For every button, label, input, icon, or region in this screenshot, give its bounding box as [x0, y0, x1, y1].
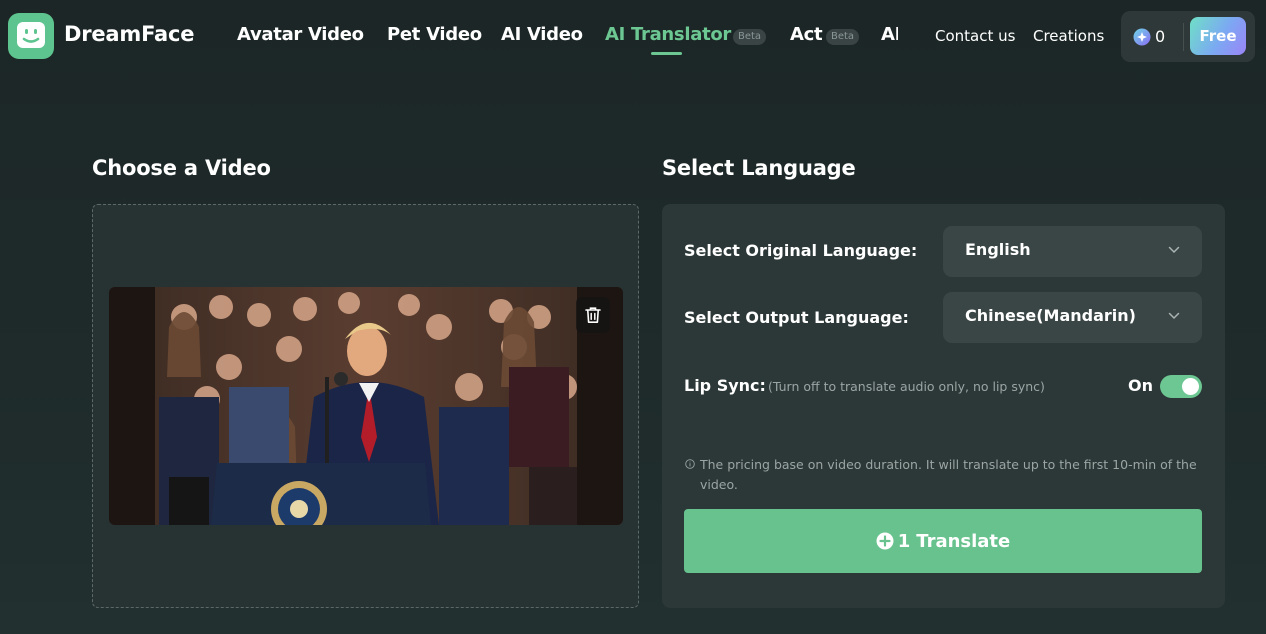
beta-badge: Beta — [826, 29, 860, 45]
translate-cost: 1 — [897, 530, 911, 552]
video-preview[interactable] — [109, 287, 623, 525]
video-thumbnail — [109, 287, 623, 525]
credit-count: 0 — [1155, 27, 1166, 46]
lip-sync-label: Lip Sync: — [684, 376, 766, 395]
pricing-info-text: The pricing base on video duration. It w… — [700, 457, 1197, 492]
nav-pet-video[interactable]: Pet Video — [387, 24, 482, 45]
lip-sync-state: On — [1128, 376, 1153, 395]
original-language-label: Select Original Language: — [684, 241, 918, 260]
top-nav-bar: DreamFace Avatar Video Pet Video AI Vide… — [0, 0, 1266, 72]
creations-link[interactable]: Creations — [1033, 27, 1104, 45]
chevron-down-icon — [1168, 246, 1180, 254]
dreamface-logo-icon[interactable] — [8, 13, 54, 59]
info-icon — [685, 459, 695, 469]
lip-sync-hint: (Turn off to translate audio only, no li… — [768, 379, 1045, 394]
free-button[interactable]: Free — [1190, 17, 1246, 55]
select-language-title: Select Language — [662, 156, 856, 180]
active-tab-indicator — [651, 52, 682, 55]
chevron-down-icon — [1168, 312, 1180, 320]
nav-avatar-video[interactable]: Avatar Video — [237, 24, 364, 45]
plus-circle-icon — [876, 532, 894, 550]
divider — [1183, 23, 1184, 51]
brand-name[interactable]: DreamFace — [64, 22, 194, 46]
translate-label: Translate — [916, 530, 1011, 552]
trash-icon — [585, 307, 601, 323]
contact-us-link[interactable]: Contact us — [935, 27, 1015, 45]
toggle-knob — [1182, 378, 1199, 395]
video-upload-area[interactable] — [92, 204, 639, 608]
output-language-value: Chinese(Mandarin) — [965, 306, 1136, 325]
choose-video-title: Choose a Video — [92, 156, 271, 180]
nav-ai-video[interactable]: AI Video — [501, 24, 583, 45]
original-language-value: English — [965, 240, 1031, 259]
coin-icon — [1133, 28, 1151, 46]
delete-video-button[interactable] — [576, 297, 610, 333]
beta-badge: Beta — [733, 29, 767, 45]
nav-act[interactable]: Act — [790, 24, 823, 45]
nav-ai-translator[interactable]: AI Translator — [605, 24, 731, 45]
credit-balance: 0 Free — [1121, 11, 1255, 62]
original-language-select[interactable]: English — [943, 226, 1202, 277]
language-settings-panel: Select Original Language: English Select… — [662, 204, 1225, 608]
output-language-label: Select Output Language: — [684, 308, 909, 327]
lip-sync-toggle[interactable] — [1160, 375, 1202, 398]
translate-button[interactable]: 1 Translate — [684, 509, 1202, 573]
nav-ai-truncated[interactable]: AI — [881, 24, 898, 50]
output-language-select[interactable]: Chinese(Mandarin) — [943, 292, 1202, 343]
